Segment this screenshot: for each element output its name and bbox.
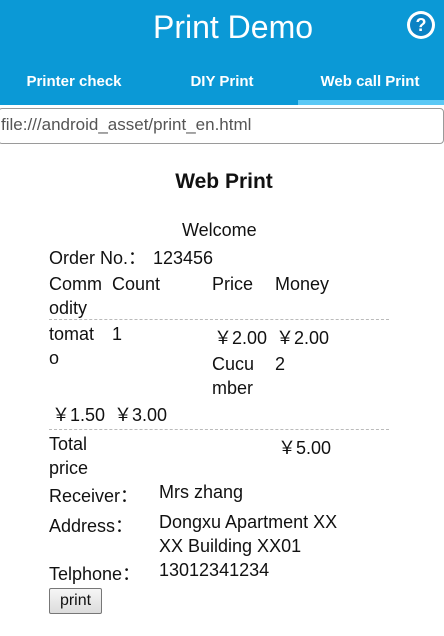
receiver-label: Receiver： <box>49 486 139 506</box>
app-bar: Print Demo ? Printer check DIY Print Web… <box>0 0 444 105</box>
divider <box>49 429 389 430</box>
header-commodity-1: Comm <box>49 274 102 294</box>
total-label-1: Total <box>49 434 88 454</box>
address-label: Address： <box>49 516 134 536</box>
url-input[interactable] <box>0 109 441 141</box>
row1-price: ￥2.00 <box>214 328 268 348</box>
print-button[interactable]: print <box>49 588 102 614</box>
tab-diy-print[interactable]: DIY Print <box>148 64 296 100</box>
header-count: Count <box>112 274 161 294</box>
url-bar[interactable] <box>0 108 444 144</box>
tab-bar: Printer check DIY Print Web call Print <box>0 64 444 100</box>
order-label: Order No.： <box>49 248 147 268</box>
row2-name-1: Cucu <box>212 354 255 374</box>
receiver-value: Mrs zhang <box>159 482 244 502</box>
row1-count: 1 <box>112 324 123 344</box>
app-title: Print Demo <box>152 9 314 45</box>
total-value: ￥5.00 <box>278 438 332 458</box>
active-tab-indicator <box>298 100 444 105</box>
row1-name-1: tomat <box>49 324 95 344</box>
help-icon-glyph: ? <box>410 14 432 36</box>
order-value: 123456 <box>153 248 214 268</box>
row2-money: ￥3.00 <box>114 405 168 425</box>
tab-printer-check[interactable]: Printer check <box>0 64 148 100</box>
header-commodity-2: odity <box>49 298 88 318</box>
row1-name-2: o <box>49 348 60 368</box>
telephone-value: 13012341234 <box>159 560 270 580</box>
header-price: Price <box>212 274 254 294</box>
address-line-1: Dongxu Apartment XX <box>159 512 338 532</box>
address-line-2: XX Building XX01 <box>159 536 302 556</box>
row2-price: ￥1.50 <box>52 405 106 425</box>
row2-name-2: mber <box>212 378 254 398</box>
help-icon[interactable]: ? <box>407 11 435 39</box>
telephone-label: Telphone： <box>49 564 141 584</box>
header-money: Money <box>275 274 330 294</box>
total-label-2: price <box>49 458 89 478</box>
row1-money: ￥2.00 <box>276 328 330 348</box>
page-heading: Web Print <box>175 170 273 193</box>
row2-count: 2 <box>275 354 286 374</box>
divider <box>49 319 389 320</box>
tab-web-call-print[interactable]: Web call Print <box>296 64 444 100</box>
welcome-text: Welcome <box>182 220 257 240</box>
